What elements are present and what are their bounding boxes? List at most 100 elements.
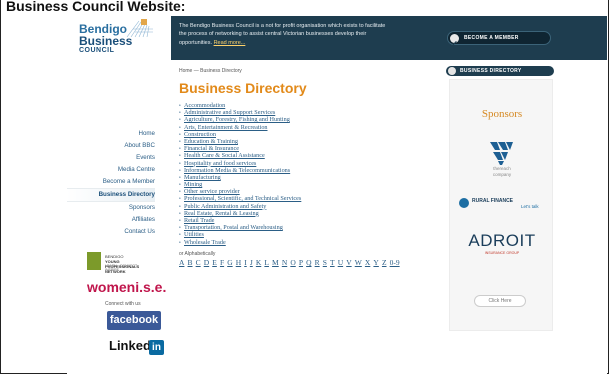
- category-link[interactable]: Manufacturing: [184, 174, 221, 181]
- logo-text-council: COUNCIL: [79, 47, 115, 54]
- ypn-banner[interactable]: BENDIGO YOUNG PROFESSIONALS NETWORK LEAR…: [87, 252, 153, 274]
- logo-text-business: Business: [79, 34, 133, 48]
- category-link[interactable]: Public Administration and Safety: [184, 203, 266, 210]
- sidebar-item-media-centre[interactable]: Media Centre: [67, 164, 155, 176]
- sidebar-nav: Home About BBC Events Media Centre Becom…: [67, 128, 155, 238]
- sidebar-item-affiliates[interactable]: Affiliates: [67, 214, 155, 226]
- alpha-link[interactable]: V: [346, 258, 351, 267]
- linkedin-button[interactable]: Linked: [109, 338, 151, 353]
- category-link[interactable]: Professional, Scientific, and Technical …: [184, 195, 301, 202]
- category-link[interactable]: Transportation, Postal and Warehousing: [184, 224, 283, 231]
- facebook-button[interactable]: facebook: [107, 311, 161, 330]
- directory-title: Business Directory: [179, 80, 307, 96]
- breadcrumb: Home — Business Directory: [179, 68, 242, 74]
- alpha-link[interactable]: 0-9: [390, 258, 400, 267]
- sidebar-item-become-member[interactable]: Become a Member: [67, 176, 155, 188]
- site-container: Bendigo Business COUNCIL The Bendigo Bus…: [67, 16, 607, 374]
- alphabet-index: A B C D E F G H I J K L M N O P Q R S T U V W X Y Z 0-9: [179, 258, 439, 267]
- alpha-link[interactable]: F: [220, 258, 224, 267]
- alphabetical-label: or Alphabetically: [179, 250, 216, 257]
- header-intro-text: The Bendigo Business Council is a not fo…: [179, 23, 386, 46]
- category-link[interactable]: Administrative and Support Services: [184, 109, 275, 116]
- alpha-link[interactable]: G: [227, 258, 232, 267]
- sponsors-panel: Sponsors thereach company RURAL FINANCE …: [449, 79, 553, 331]
- alpha-link[interactable]: E: [212, 258, 217, 267]
- sidebar-item-home[interactable]: Home: [67, 128, 155, 140]
- category-link[interactable]: Retail Trade: [184, 217, 214, 224]
- alpha-link[interactable]: S: [323, 258, 327, 267]
- list-item: • Manufacturing: [179, 174, 439, 181]
- alpha-link[interactable]: H: [236, 258, 241, 267]
- alpha-link[interactable]: R: [315, 258, 320, 267]
- alpha-link[interactable]: L: [264, 258, 269, 267]
- category-link[interactable]: Education & Training: [184, 138, 238, 145]
- category-link[interactable]: Other service provider: [184, 188, 240, 195]
- site-header: Bendigo Business COUNCIL The Bendigo Bus…: [67, 16, 607, 60]
- alpha-link[interactable]: Q: [306, 258, 311, 267]
- sidebar-item-about[interactable]: About BBC: [67, 140, 155, 152]
- list-item: • Administrative and Support Services: [179, 109, 439, 116]
- alpha-link[interactable]: C: [196, 258, 201, 267]
- list-item: • Utilities: [179, 231, 439, 238]
- ypn-line3: LEARN · CONNECT · INSPIRE: [105, 264, 140, 272]
- sponsors-title: Sponsors: [481, 108, 523, 120]
- list-item: • Other service provider: [179, 188, 439, 195]
- alpha-link[interactable]: Y: [373, 258, 378, 267]
- alpha-link[interactable]: B: [188, 258, 193, 267]
- header-intro: The Bendigo Business Council is a not fo…: [179, 22, 389, 47]
- sidebar-item-contact[interactable]: Contact Us: [67, 226, 155, 238]
- alpha-link[interactable]: X: [365, 258, 370, 267]
- alpha-link[interactable]: J: [250, 258, 253, 267]
- category-list: • Accommodation • Administrative and Suppo…: [179, 102, 439, 246]
- alpha-link[interactable]: I: [244, 258, 247, 267]
- alpha-link[interactable]: T: [330, 258, 335, 267]
- category-link[interactable]: Construction: [184, 131, 216, 138]
- click-here-button[interactable]: Click Here: [474, 295, 526, 307]
- category-link[interactable]: Wholesale Trade: [184, 239, 226, 246]
- site-logo[interactable]: Bendigo Business COUNCIL: [67, 16, 171, 60]
- category-link[interactable]: Mining: [184, 181, 202, 188]
- alpha-link[interactable]: D: [204, 258, 209, 267]
- alpha-link[interactable]: A: [179, 258, 184, 267]
- main-content: Home — Business Directory Business Direc…: [179, 68, 439, 267]
- sidebar-item-events[interactable]: Events: [67, 152, 155, 164]
- business-directory-heading-label: BUSINESS DIRECTORY: [460, 68, 522, 74]
- category-link[interactable]: Accommodation: [184, 102, 225, 109]
- category-link[interactable]: Financial & Insurance: [184, 145, 239, 152]
- rural-finance-logo[interactable]: RURAL FINANCE Let's talk: [456, 196, 548, 212]
- list-item: • Transportation, Postal and Warehousing: [179, 224, 439, 231]
- sidebar-item-business-directory[interactable]: Business Directory: [67, 189, 155, 201]
- alpha-link[interactable]: P: [299, 258, 303, 267]
- women-ise-logo[interactable]: womeni.s.e.: [87, 279, 166, 295]
- category-link[interactable]: Real Estate, Rental & Leasing: [184, 210, 259, 217]
- connect-label: Connect with us: [105, 301, 141, 307]
- list-item: • Wholesale Trade: [179, 239, 439, 246]
- category-link[interactable]: Hospitality and food services: [184, 160, 256, 167]
- category-link[interactable]: Utilities: [184, 231, 204, 238]
- category-link[interactable]: Arts, Entertainment & Recreation: [184, 124, 268, 131]
- read-more-link[interactable]: Read more...: [214, 40, 246, 46]
- alpha-link[interactable]: Z: [382, 258, 387, 267]
- sidebar-item-sponsors[interactable]: Sponsors: [67, 202, 155, 214]
- list-item: • Health Care & Social Assistance: [179, 152, 439, 159]
- alpha-link[interactable]: N: [282, 258, 287, 267]
- list-item: • Arts, Entertainment & Recreation: [179, 124, 439, 131]
- reach-company-logo-icon[interactable]: [488, 140, 516, 166]
- adroit-logo[interactable]: ADROIT: [450, 231, 554, 251]
- category-link[interactable]: Information Media & Telecommunications: [184, 167, 290, 174]
- business-directory-heading: BUSINESS DIRECTORY: [446, 66, 554, 76]
- list-item: • Information Media & Telecommunications: [179, 167, 439, 174]
- alpha-link[interactable]: K: [256, 258, 261, 267]
- list-item: • Real Estate, Rental & Leasing: [179, 210, 439, 217]
- list-item: • Construction: [179, 131, 439, 138]
- category-link[interactable]: Agriculture, Forestry, Fishing and Hunti…: [184, 116, 290, 123]
- list-item: • Public Administration and Safety: [179, 203, 439, 210]
- alpha-link[interactable]: O: [290, 258, 295, 267]
- rural-finance-name: RURAL FINANCE: [472, 198, 514, 204]
- alpha-link[interactable]: M: [272, 258, 279, 267]
- become-member-button[interactable]: BECOME A MEMBER: [447, 31, 551, 46]
- alpha-link[interactable]: U: [338, 258, 343, 267]
- linkedin-icon[interactable]: in: [149, 340, 164, 355]
- category-link[interactable]: Health Care & Social Assistance: [184, 152, 265, 159]
- alpha-link[interactable]: W: [355, 258, 362, 267]
